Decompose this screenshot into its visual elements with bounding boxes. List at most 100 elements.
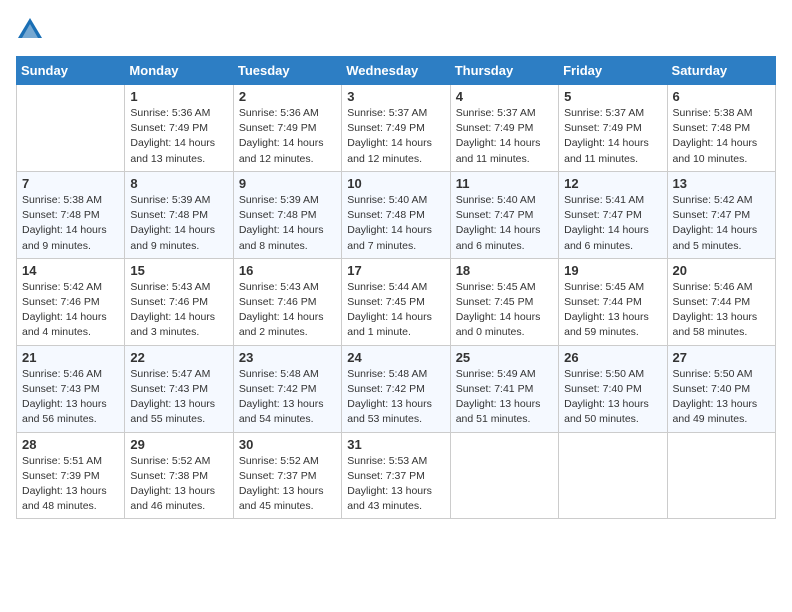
day-cell: 10 Sunrise: 5:40 AM Sunset: 7:48 PM Dayli… [342,171,450,258]
day-cell: 21 Sunrise: 5:46 AM Sunset: 7:43 PM Dayli… [17,345,125,432]
day-info: Sunrise: 5:42 AM Sunset: 7:47 PM Dayligh… [673,193,770,254]
day-cell [559,432,667,519]
day-info: Sunrise: 5:51 AM Sunset: 7:39 PM Dayligh… [22,454,119,515]
day-cell [450,432,558,519]
day-number: 26 [564,350,661,365]
day-number: 10 [347,176,444,191]
day-number: 27 [673,350,770,365]
week-row-1: 7 Sunrise: 5:38 AM Sunset: 7:48 PM Daylig… [17,171,776,258]
day-cell: 28 Sunrise: 5:51 AM Sunset: 7:39 PM Dayli… [17,432,125,519]
day-info: Sunrise: 5:45 AM Sunset: 7:45 PM Dayligh… [456,280,553,341]
day-number: 31 [347,437,444,452]
header-cell-sunday: Sunday [17,57,125,85]
day-number: 5 [564,89,661,104]
day-cell: 3 Sunrise: 5:37 AM Sunset: 7:49 PM Daylig… [342,85,450,172]
day-cell: 12Sunrise: 5:41 AM Sunset: 7:47 PM Dayli… [559,171,667,258]
day-cell: 11 Sunrise: 5:40 AM Sunset: 7:47 PM Dayli… [450,171,558,258]
day-number: 30 [239,437,336,452]
day-info: Sunrise: 5:39 AM Sunset: 7:48 PM Dayligh… [130,193,227,254]
header-cell-tuesday: Tuesday [233,57,341,85]
day-cell: 19Sunrise: 5:45 AM Sunset: 7:44 PM Dayli… [559,258,667,345]
day-info: Sunrise: 5:45 AM Sunset: 7:44 PM Dayligh… [564,280,661,341]
logo [16,16,48,44]
day-info: Sunrise: 5:48 AM Sunset: 7:42 PM Dayligh… [239,367,336,428]
day-info: Sunrise: 5:41 AM Sunset: 7:47 PM Dayligh… [564,193,661,254]
day-cell: 30 Sunrise: 5:52 AM Sunset: 7:37 PM Dayli… [233,432,341,519]
day-info: Sunrise: 5:38 AM Sunset: 7:48 PM Dayligh… [22,193,119,254]
day-number: 4 [456,89,553,104]
day-info: Sunrise: 5:50 AM Sunset: 7:40 PM Dayligh… [564,367,661,428]
day-info: Sunrise: 5:37 AM Sunset: 7:49 PM Dayligh… [564,106,661,167]
day-info: Sunrise: 5:40 AM Sunset: 7:47 PM Dayligh… [456,193,553,254]
calendar-header: SundayMondayTuesdayWednesdayThursdayFrid… [17,57,776,85]
day-number: 20 [673,263,770,278]
day-number: 8 [130,176,227,191]
day-number: 25 [456,350,553,365]
day-cell: 22Sunrise: 5:47 AM Sunset: 7:43 PM Dayli… [125,345,233,432]
day-cell: 15 Sunrise: 5:43 AM Sunset: 7:46 PM Dayli… [125,258,233,345]
header-cell-saturday: Saturday [667,57,775,85]
day-number: 21 [22,350,119,365]
day-cell: 16Sunrise: 5:43 AM Sunset: 7:46 PM Dayli… [233,258,341,345]
week-row-0: 1 Sunrise: 5:36 AM Sunset: 7:49 PM Daylig… [17,85,776,172]
day-info: Sunrise: 5:37 AM Sunset: 7:49 PM Dayligh… [456,106,553,167]
day-cell: 26 Sunrise: 5:50 AM Sunset: 7:40 PM Dayli… [559,345,667,432]
day-number: 24 [347,350,444,365]
day-cell: 29Sunrise: 5:52 AM Sunset: 7:38 PM Dayli… [125,432,233,519]
week-row-4: 28 Sunrise: 5:51 AM Sunset: 7:39 PM Dayli… [17,432,776,519]
day-cell: 31Sunrise: 5:53 AM Sunset: 7:37 PM Dayli… [342,432,450,519]
day-number: 17 [347,263,444,278]
day-number: 13 [673,176,770,191]
day-cell [17,85,125,172]
day-cell: 18Sunrise: 5:45 AM Sunset: 7:45 PM Dayli… [450,258,558,345]
day-info: Sunrise: 5:48 AM Sunset: 7:42 PM Dayligh… [347,367,444,428]
day-info: Sunrise: 5:52 AM Sunset: 7:37 PM Dayligh… [239,454,336,515]
day-cell: 25 Sunrise: 5:49 AM Sunset: 7:41 PM Dayli… [450,345,558,432]
day-number: 7 [22,176,119,191]
header-row: SundayMondayTuesdayWednesdayThursdayFrid… [17,57,776,85]
day-info: Sunrise: 5:43 AM Sunset: 7:46 PM Dayligh… [239,280,336,341]
day-cell: 1Sunrise: 5:36 AM Sunset: 7:49 PM Daylig… [125,85,233,172]
day-number: 6 [673,89,770,104]
day-info: Sunrise: 5:37 AM Sunset: 7:49 PM Dayligh… [347,106,444,167]
header-cell-friday: Friday [559,57,667,85]
day-number: 23 [239,350,336,365]
day-number: 3 [347,89,444,104]
header-cell-monday: Monday [125,57,233,85]
calendar-body: 1 Sunrise: 5:36 AM Sunset: 7:49 PM Daylig… [17,85,776,519]
header-cell-thursday: Thursday [450,57,558,85]
day-info: Sunrise: 5:44 AM Sunset: 7:45 PM Dayligh… [347,280,444,341]
day-number: 14 [22,263,119,278]
day-number: 22 [130,350,227,365]
day-cell: 14Sunrise: 5:42 AM Sunset: 7:46 PM Dayli… [17,258,125,345]
calendar-table: SundayMondayTuesdayWednesdayThursdayFrid… [16,56,776,519]
header-cell-wednesday: Wednesday [342,57,450,85]
page-header [16,16,776,44]
day-cell: 23 Sunrise: 5:48 AM Sunset: 7:42 PM Dayli… [233,345,341,432]
week-row-2: 14Sunrise: 5:42 AM Sunset: 7:46 PM Dayli… [17,258,776,345]
day-number: 9 [239,176,336,191]
day-cell: 24 Sunrise: 5:48 AM Sunset: 7:42 PM Dayli… [342,345,450,432]
day-cell [667,432,775,519]
day-cell: 27 Sunrise: 5:50 AM Sunset: 7:40 PM Dayli… [667,345,775,432]
day-cell: 2 Sunrise: 5:36 AM Sunset: 7:49 PM Daylig… [233,85,341,172]
day-info: Sunrise: 5:46 AM Sunset: 7:43 PM Dayligh… [22,367,119,428]
day-number: 15 [130,263,227,278]
day-info: Sunrise: 5:50 AM Sunset: 7:40 PM Dayligh… [673,367,770,428]
day-cell: 6 Sunrise: 5:38 AM Sunset: 7:48 PM Daylig… [667,85,775,172]
logo-icon [16,16,44,44]
day-number: 28 [22,437,119,452]
day-cell: 5 Sunrise: 5:37 AM Sunset: 7:49 PM Daylig… [559,85,667,172]
day-number: 2 [239,89,336,104]
day-info: Sunrise: 5:40 AM Sunset: 7:48 PM Dayligh… [347,193,444,254]
day-cell: 17 Sunrise: 5:44 AM Sunset: 7:45 PM Dayli… [342,258,450,345]
day-number: 1 [130,89,227,104]
week-row-3: 21 Sunrise: 5:46 AM Sunset: 7:43 PM Dayli… [17,345,776,432]
day-info: Sunrise: 5:43 AM Sunset: 7:46 PM Dayligh… [130,280,227,341]
day-number: 11 [456,176,553,191]
day-cell: 20Sunrise: 5:46 AM Sunset: 7:44 PM Dayli… [667,258,775,345]
day-info: Sunrise: 5:49 AM Sunset: 7:41 PM Dayligh… [456,367,553,428]
day-cell: 13 Sunrise: 5:42 AM Sunset: 7:47 PM Dayli… [667,171,775,258]
day-info: Sunrise: 5:36 AM Sunset: 7:49 PM Dayligh… [239,106,336,167]
day-info: Sunrise: 5:38 AM Sunset: 7:48 PM Dayligh… [673,106,770,167]
